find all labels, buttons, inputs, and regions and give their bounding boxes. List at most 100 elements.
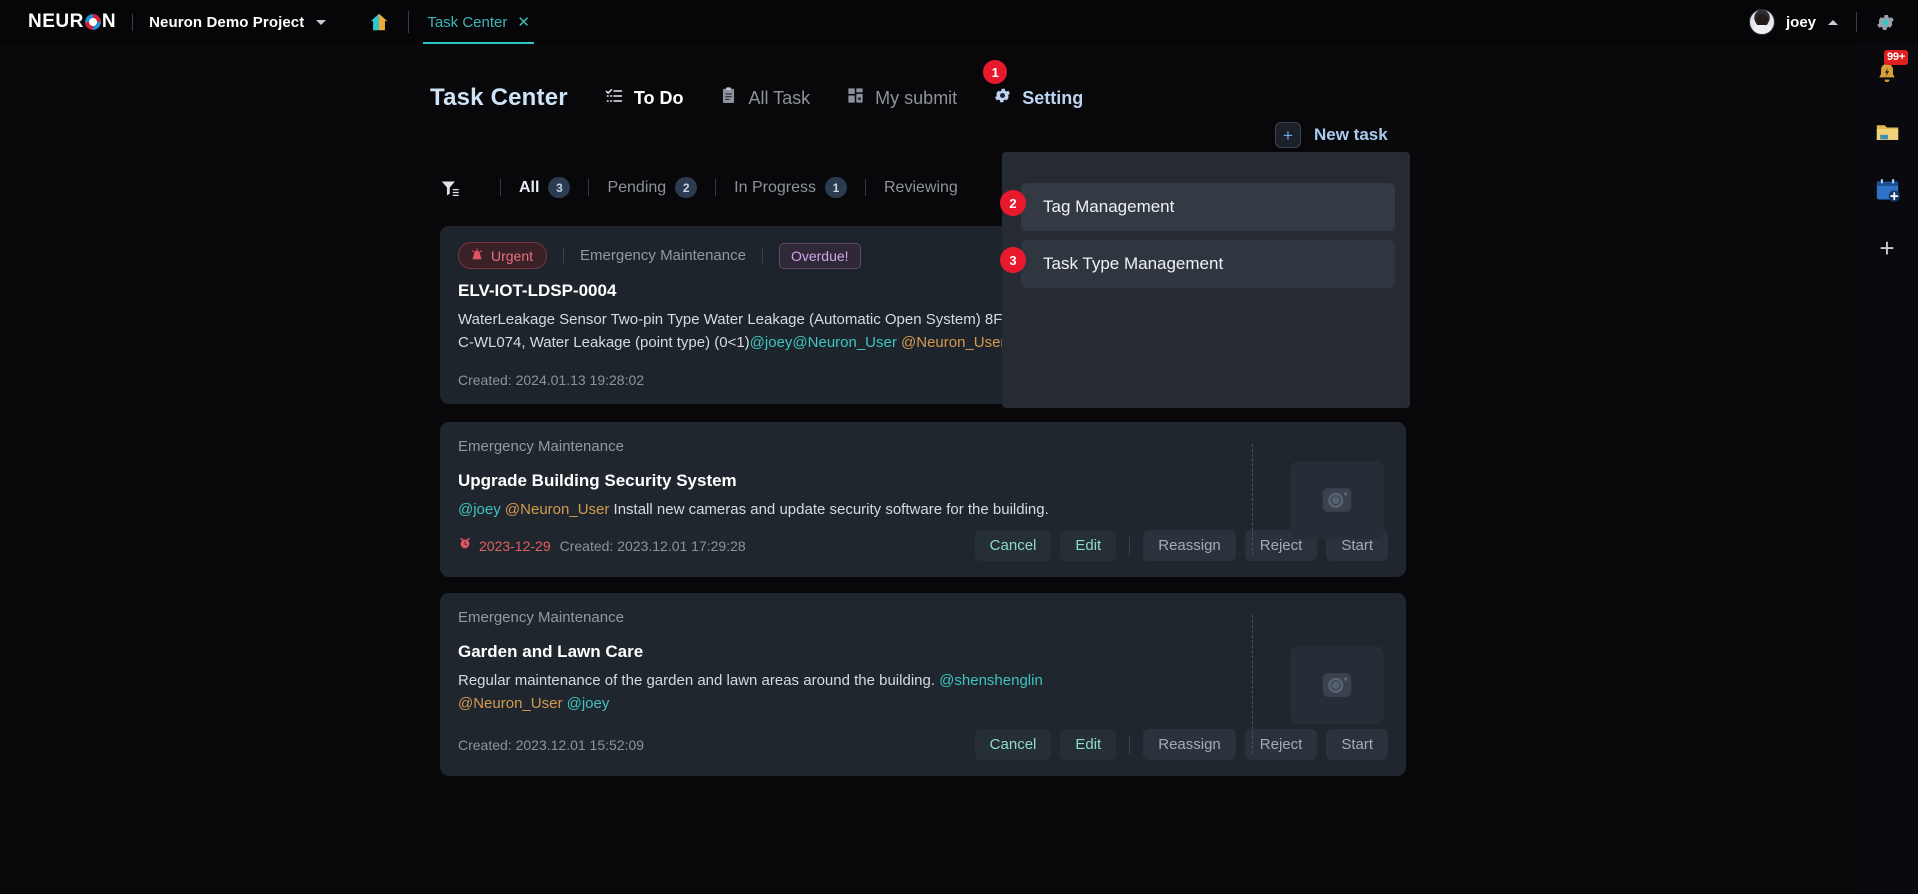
cancel-button[interactable]: Cancel	[974, 729, 1052, 760]
divider	[1129, 536, 1131, 555]
tab-label: To Do	[633, 87, 684, 108]
mention[interactable]: @joey	[567, 695, 610, 712]
main-panel: Task Center To Do All Task My submit 1 S…	[0, 44, 1856, 894]
divider	[1252, 444, 1253, 555]
start-button[interactable]: Start	[1326, 729, 1388, 760]
menu-item-task-type-management[interactable]: Task Type Management	[1021, 240, 1395, 288]
due-date-group: 2023-12-29	[458, 536, 551, 555]
edit-button[interactable]: Edit	[1060, 530, 1117, 561]
mention[interactable]: @joey	[458, 501, 501, 518]
filter-count: 1	[824, 177, 847, 198]
task-card[interactable]: Emergency Maintenance Garden and Lawn Ca…	[440, 593, 1406, 776]
plus-icon[interactable]: +	[1871, 232, 1903, 264]
project-name[interactable]: Neuron Demo Project	[149, 14, 304, 31]
top-bar-right: joey	[1748, 9, 1918, 35]
filter-reviewing[interactable]: Reviewing	[884, 179, 958, 197]
divider	[408, 11, 410, 33]
divider	[1252, 615, 1253, 754]
task-type-label: Emergency Maintenance	[458, 609, 624, 626]
chevron-down-icon[interactable]	[316, 19, 327, 25]
filter-in-progress[interactable]: In Progress 1	[734, 177, 847, 198]
reassign-button[interactable]: Reassign	[1143, 729, 1236, 760]
mention[interactable]: @joey@Neuron_User	[750, 334, 897, 351]
filter-all[interactable]: All 3	[519, 177, 571, 198]
folder-icon[interactable]	[1871, 116, 1903, 148]
reject-button[interactable]: Reject	[1244, 729, 1318, 760]
divider	[864, 179, 866, 196]
bell-icon[interactable]: 99+	[1871, 50, 1909, 90]
due-date: 2023-12-29	[479, 537, 551, 554]
image-placeholder-icon[interactable]	[1290, 460, 1384, 539]
avatar[interactable]	[1748, 9, 1775, 35]
new-task-button[interactable]: + New task	[1275, 122, 1388, 148]
filter-bar: All 3 Pending 2 In Progress 1 Reviewing	[440, 177, 958, 198]
divider	[500, 179, 501, 196]
tab-label: Task Center	[427, 13, 508, 31]
mention[interactable]: @Neuron_User	[458, 695, 562, 712]
task-description-line1: WaterLeakage Sensor Two-pin Type Water L…	[458, 311, 1044, 328]
filter-label: All	[519, 178, 540, 196]
task-description: Regular maintenance of the garden and la…	[458, 669, 1098, 716]
step-badge-2: 2	[1000, 190, 1026, 216]
tab-my-submit[interactable]: My submit	[846, 86, 957, 110]
cancel-button[interactable]: Cancel	[974, 530, 1052, 561]
logo-text-right: N	[101, 11, 117, 32]
status-badge-urgent: Urgent	[458, 242, 548, 269]
mention[interactable]: @Neuron_User	[897, 334, 1005, 351]
tab-label: All Task	[748, 87, 811, 108]
divider	[715, 179, 717, 196]
task-type-label: Emergency Maintenance	[580, 247, 746, 264]
urgent-label: Urgent	[491, 247, 534, 264]
gear-icon[interactable]	[1875, 12, 1896, 33]
filter-label: Pending	[607, 178, 667, 196]
divider	[588, 179, 590, 196]
home-icon[interactable]	[368, 11, 390, 33]
tab-setting[interactable]: 1 Setting	[983, 60, 1084, 110]
gear-icon	[993, 86, 1012, 110]
task-created: Created: 2023.12.01 17:29:28	[559, 537, 746, 554]
app-logo[interactable]: NEUR N	[28, 11, 116, 33]
close-icon[interactable]: ✕	[517, 15, 530, 30]
setting-dropdown-menu: Tag Management Task Type Management	[1002, 152, 1410, 408]
top-bar: NEUR N Neuron Demo Project Task Center ✕ …	[0, 0, 1918, 44]
step-badge-3: 3	[1000, 247, 1026, 273]
tab-label: Setting	[1022, 87, 1084, 108]
task-card[interactable]: Emergency Maintenance Upgrade Building S…	[440, 422, 1406, 577]
page-title: Task Center	[430, 84, 568, 111]
user-name[interactable]: joey	[1786, 14, 1816, 31]
tab-to-do[interactable]: To Do	[604, 86, 684, 111]
filter-count: 2	[675, 177, 698, 198]
step-badge-1: 1	[983, 60, 1008, 84]
filter-pending[interactable]: Pending 2	[607, 177, 698, 198]
task-description-line2: C-WL074, Water Leakage (point type) (0<1…	[458, 334, 750, 352]
task-title: Upgrade Building Security System	[458, 471, 737, 490]
task-type-label: Emergency Maintenance	[458, 438, 624, 455]
neuron-logo-icon	[85, 14, 101, 30]
tab-all-task[interactable]: All Task	[719, 86, 810, 110]
plus-icon: +	[1275, 122, 1301, 148]
menu-item-label: Task Type Management	[1043, 254, 1224, 273]
menu-item-label: Tag Management	[1043, 197, 1175, 216]
filter-icon[interactable]	[440, 179, 460, 197]
mention[interactable]: @Neuron_User	[505, 501, 609, 518]
app-root: NEUR N Neuron Demo Project Task Center ✕ …	[0, 0, 1918, 894]
image-placeholder-icon[interactable]	[1290, 645, 1384, 724]
task-footer: Created: 2023.12.01 15:52:09 Cancel Edit…	[458, 729, 1388, 760]
notification-badge: 99+	[1884, 50, 1909, 65]
new-task-label: New task	[1314, 125, 1388, 144]
calendar-add-icon[interactable]	[1871, 174, 1903, 206]
clipboard-icon	[719, 86, 738, 110]
tab-label: My submit	[875, 87, 958, 108]
menu-item-tag-management[interactable]: Tag Management	[1021, 183, 1395, 231]
mention[interactable]: @shenshenglin	[939, 672, 1043, 689]
reassign-button[interactable]: Reassign	[1143, 530, 1236, 561]
divider	[132, 13, 134, 31]
chevron-up-icon[interactable]	[1828, 19, 1838, 25]
tab-task-center[interactable]: Task Center ✕	[423, 0, 534, 44]
edit-button[interactable]: Edit	[1060, 729, 1117, 760]
task-created: Created: 2023.12.01 15:52:09	[458, 736, 645, 753]
task-footer: 2023-12-29 Created: 2023.12.01 17:29:28 …	[458, 530, 1388, 561]
task-body: Regular maintenance of the garden and la…	[458, 672, 935, 689]
divider	[1129, 735, 1131, 754]
page-header: Task Center To Do All Task My submit 1 S…	[430, 60, 1430, 120]
